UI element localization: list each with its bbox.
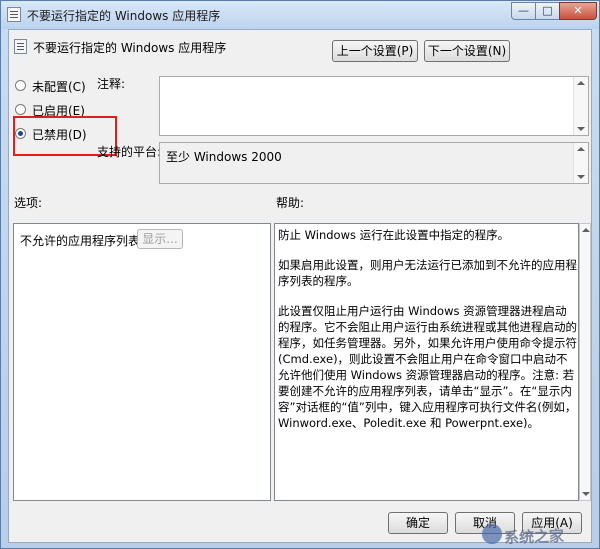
radio-circle[interactable]: [15, 80, 26, 91]
comment-textarea[interactable]: [159, 76, 589, 136]
close-button[interactable]: ✕: [559, 2, 597, 20]
help-paragraph: 防止 Windows 运行在此设置中指定的程序。: [278, 228, 510, 242]
help-text: 防止 Windows 运行在此设置中指定的程序。 如果启用此设置，则用户无法运行…: [278, 227, 578, 445]
previous-setting-button[interactable]: 上一个设置(P): [332, 40, 418, 62]
scroll-down-icon[interactable]: [577, 175, 585, 179]
help-panel: 防止 Windows 运行在此设置中指定的程序。 如果启用此设置，则用户无法运行…: [274, 223, 579, 501]
policy-title: 不要运行指定的 Windows 应用程序: [33, 41, 227, 55]
help-paragraph: 如果启用此设置，则用户无法运行已添加到不允许的应用程序列表的程序。: [278, 258, 577, 288]
help-paragraph: 此设置仅阻止用户运行由 Windows 资源管理器进程启动的程序。它不会阻止用户…: [278, 304, 577, 430]
options-panel: 不允许的应用程序列表 显示...: [13, 223, 271, 501]
platform-label: 支持的平台:: [97, 145, 162, 159]
title-bar[interactable]: 不要运行指定的 Windows 应用程序 — □ ✕: [1, 1, 599, 29]
watermark-logo-icon: [482, 524, 502, 544]
disallowed-list-label: 不允许的应用程序列表: [20, 234, 141, 248]
comment-scrollbar[interactable]: [573, 77, 588, 135]
scroll-up-icon[interactable]: [582, 228, 590, 232]
scroll-up-icon[interactable]: [577, 147, 585, 151]
scroll-up-icon[interactable]: [577, 81, 585, 85]
radio-label: 未配置(C): [32, 80, 86, 94]
platform-field: 至少 Windows 2000: [159, 142, 589, 184]
ok-button[interactable]: 确定: [388, 512, 448, 534]
platform-value: 至少 Windows 2000: [166, 150, 282, 164]
show-button[interactable]: 显示...: [137, 229, 183, 249]
platform-scrollbar[interactable]: [573, 143, 588, 183]
maximize-button[interactable]: □: [535, 2, 560, 20]
minimize-button[interactable]: —: [511, 2, 536, 20]
radio-circle[interactable]: [15, 104, 26, 115]
window-title: 不要运行指定的 Windows 应用程序: [27, 9, 221, 23]
policy-setting-icon: [14, 39, 27, 54]
scroll-down-icon[interactable]: [582, 492, 590, 496]
scroll-down-icon[interactable]: [577, 127, 585, 131]
help-scrollbar[interactable]: [579, 223, 591, 501]
policy-window: 不要运行指定的 Windows 应用程序 — □ ✕ 不要运行指定的 Windo…: [0, 0, 600, 549]
watermark-text: 系统之家: [503, 526, 565, 548]
help-label: 帮助:: [276, 196, 305, 210]
options-label: 选项:: [14, 196, 43, 210]
dialog-client: 不要运行指定的 Windows 应用程序 上一个设置(P) 下一个设置(N) 未…: [8, 29, 592, 547]
policy-icon: [7, 7, 21, 22]
comment-label: 注释:: [97, 77, 126, 91]
next-setting-button[interactable]: 下一个设置(N): [424, 40, 510, 62]
